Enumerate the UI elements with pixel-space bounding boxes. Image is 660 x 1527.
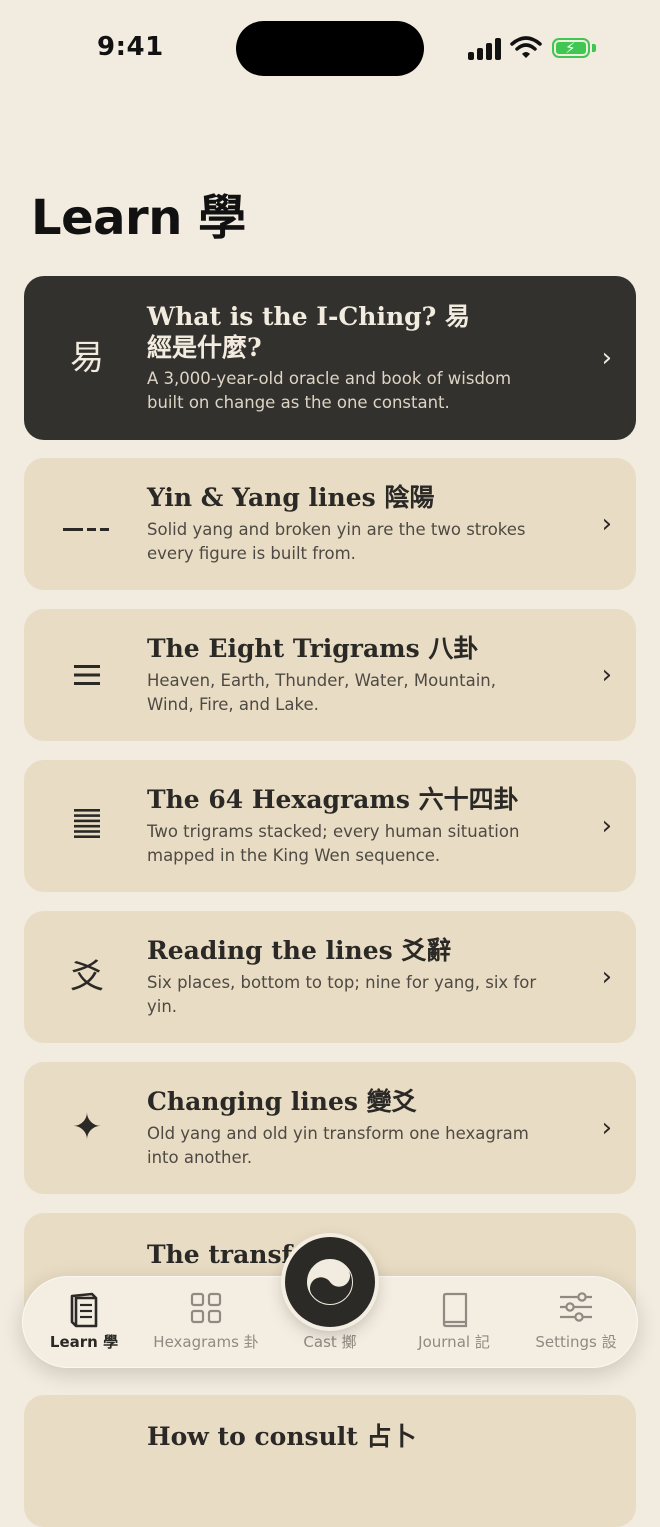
- chevron-right-icon: ›: [601, 1113, 612, 1143]
- card-title: How to consult 占卜: [147, 1422, 417, 1451]
- card-description: Solid yang and broken yin are the two st…: [147, 520, 526, 563]
- chevron-right-icon: ›: [601, 509, 612, 539]
- card-how-to-consult[interactable]: How to consult 占卜: [24, 1395, 636, 1527]
- battery-icon: ⚡: [552, 38, 590, 58]
- card-description: Heaven, Earth, Thunder, Water, Mountain,…: [147, 671, 496, 714]
- card-title: The 64 Hexagrams 六十四卦: [147, 785, 519, 814]
- tab-label: Cast 擲: [303, 1333, 357, 1351]
- tab-label: Journal 記: [418, 1333, 490, 1351]
- page-title: Learn 學: [31, 190, 246, 246]
- card-description: Six places, bottom to top; nine for yang…: [147, 973, 537, 1016]
- card-description: A 3,000-year-old oracle and book of wisd…: [147, 369, 512, 412]
- card-title: What is the I-Ching? 易經是什麼?: [147, 302, 470, 362]
- card-changing-lines[interactable]: ✦ Changing lines 變爻 Old yang and old yin…: [24, 1062, 636, 1194]
- cast-button[interactable]: [285, 1237, 375, 1327]
- card-title: Reading the lines 爻辭: [147, 936, 452, 965]
- yin-yang-lines-icon: [62, 507, 112, 541]
- chevron-right-icon: ›: [601, 962, 612, 992]
- grid-icon: [190, 1292, 222, 1324]
- tab-hexagrams[interactable]: Hexagrams 卦: [144, 1276, 268, 1368]
- tab-label: Hexagrams 卦: [153, 1333, 259, 1351]
- status-bar: 9:41 ⚡: [0, 0, 660, 96]
- tab-learn[interactable]: Learn 學: [22, 1276, 146, 1368]
- sliders-icon: [560, 1292, 592, 1322]
- tab-settings[interactable]: Settings 設: [514, 1276, 638, 1368]
- card-title: Yin & Yang lines 陰陽: [147, 483, 435, 512]
- yi-glyph-icon: 易: [70, 338, 104, 378]
- trigram-icon: [62, 658, 112, 692]
- chevron-right-icon: ›: [601, 343, 612, 373]
- chevron-right-icon: ›: [601, 660, 612, 690]
- card-eight-trigrams[interactable]: The Eight Trigrams 八卦 Heaven, Earth, Thu…: [24, 609, 636, 741]
- chevron-right-icon: ›: [601, 811, 612, 841]
- journal-icon: [442, 1292, 468, 1328]
- hexagram-icon: [62, 808, 112, 844]
- tab-journal[interactable]: Journal 記: [392, 1276, 516, 1368]
- card-yin-yang-lines[interactable]: Yin & Yang lines 陰陽 Solid yang and broke…: [24, 458, 636, 590]
- cellular-signal-icon: [468, 38, 502, 60]
- card-description: Two trigrams stacked; every human situat…: [147, 822, 520, 865]
- card-64-hexagrams[interactable]: The 64 Hexagrams 六十四卦 Two trigrams stack…: [24, 760, 636, 892]
- book-icon: [70, 1292, 98, 1328]
- yao-glyph-icon: 爻: [70, 957, 104, 997]
- tab-label: Learn 學: [49, 1333, 119, 1351]
- card-title: Changing lines 變爻: [147, 1087, 417, 1116]
- wifi-icon: [510, 36, 542, 58]
- dynamic-island: [236, 21, 424, 76]
- yin-yang-icon: [307, 1259, 353, 1305]
- card-title: The Eight Trigrams 八卦: [147, 634, 479, 663]
- status-time: 9:41: [97, 32, 164, 62]
- card-what-is-iching[interactable]: 易 What is the I-Ching? 易經是什麼? A 3,000-ye…: [24, 276, 636, 440]
- sparkle-icon: ✦: [71, 1107, 103, 1148]
- tab-label: Settings 設: [535, 1333, 617, 1351]
- card-description: Old yang and old yin transform one hexag…: [147, 1124, 529, 1167]
- card-reading-lines[interactable]: 爻 Reading the lines 爻辭 Six places, botto…: [24, 911, 636, 1043]
